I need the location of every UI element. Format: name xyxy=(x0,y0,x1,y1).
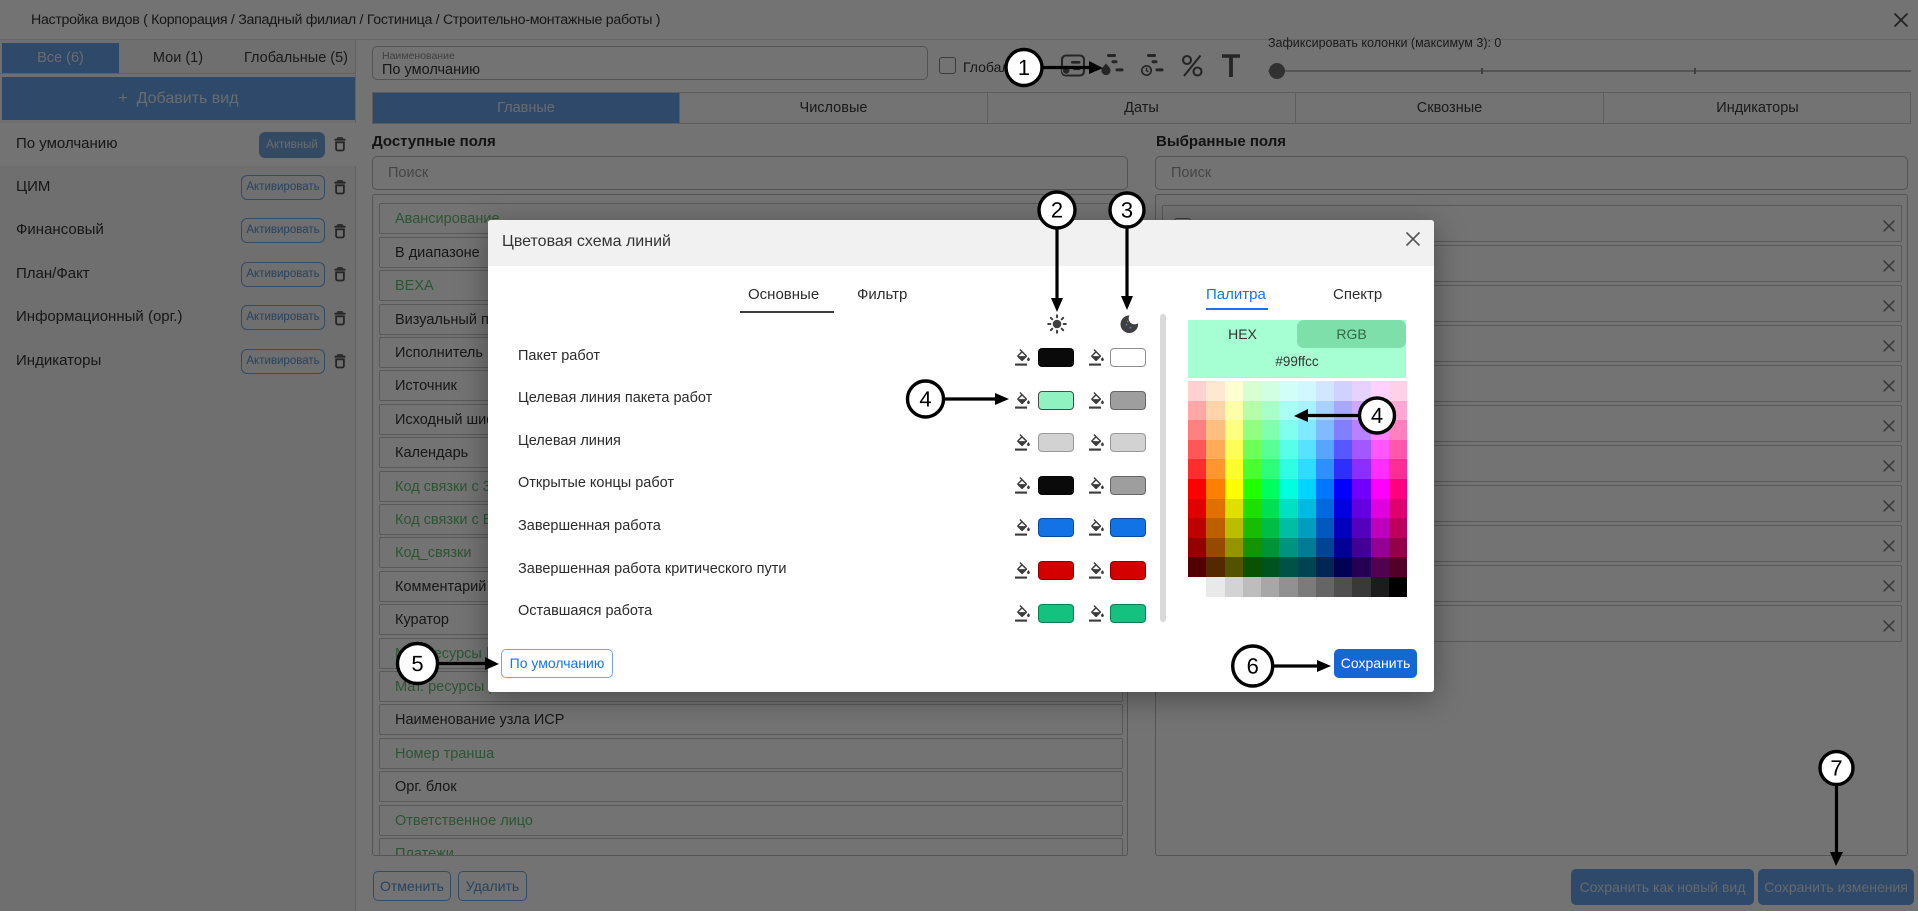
svg-text:2: 2 xyxy=(1051,198,1063,223)
svg-text:6: 6 xyxy=(1247,654,1259,679)
svg-text:5: 5 xyxy=(411,651,423,676)
svg-text:1: 1 xyxy=(1018,55,1030,80)
svg-text:7: 7 xyxy=(1830,756,1842,781)
svg-text:4: 4 xyxy=(919,387,931,412)
svg-text:3: 3 xyxy=(1121,198,1133,223)
svg-text:4: 4 xyxy=(1371,403,1383,428)
